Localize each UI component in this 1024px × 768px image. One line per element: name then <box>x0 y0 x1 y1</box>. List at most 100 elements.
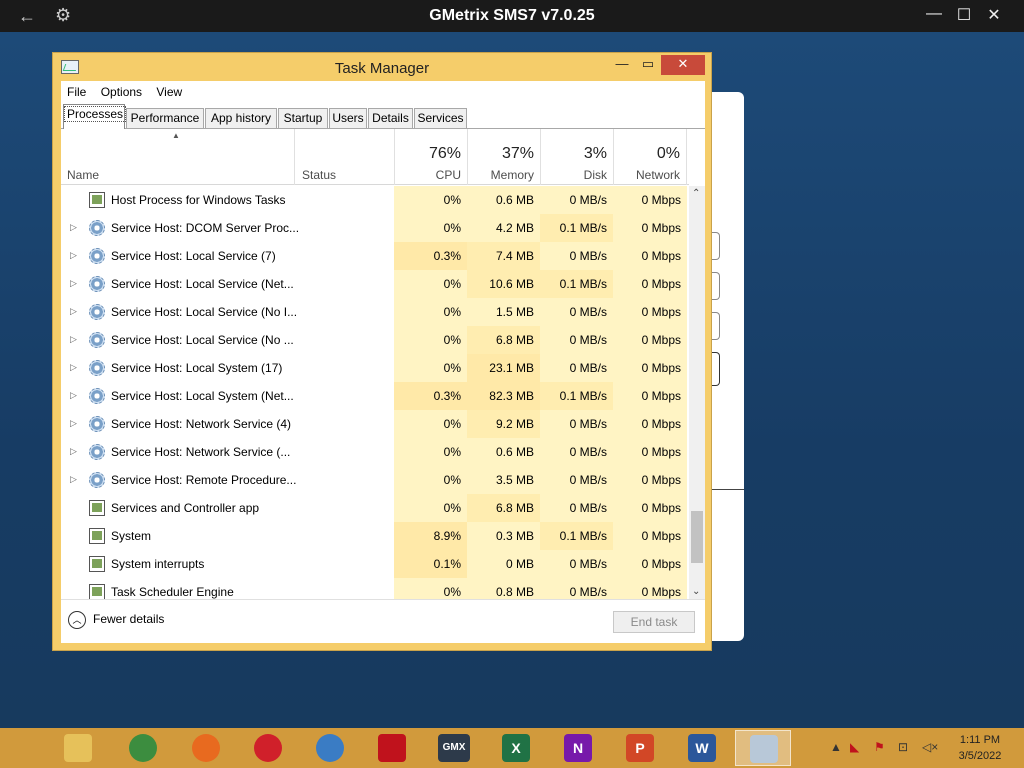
thunderbird-taskbar-button[interactable] <box>302 730 358 766</box>
process-cpu: 0% <box>394 438 467 466</box>
expand-chevron-icon[interactable]: ▷ <box>70 390 77 401</box>
table-row[interactable]: Host Process for Windows Tasks 0% 0.6 MB 0 … <box>61 186 689 214</box>
table-row[interactable]: ▷ Service Host: Network Service (... 0% 0.6… <box>61 438 689 466</box>
expand-chevron-icon[interactable]: ▷ <box>70 362 77 373</box>
background-divider <box>710 489 744 490</box>
tab-users[interactable]: Users <box>329 108 367 128</box>
process-name: Service Host: Local System (Net... <box>111 389 294 403</box>
maximize-button[interactable]: ▭ <box>635 55 661 75</box>
table-row[interactable]: ▷ Service Host: Remote Procedure... 0% 3.5 … <box>61 466 689 494</box>
table-row[interactable]: ▷ Service Host: Network Service (4) 0% 9.2 … <box>61 410 689 438</box>
process-cpu: 0% <box>394 326 467 354</box>
process-cpu: 0% <box>394 494 467 522</box>
word-icon: W <box>688 734 716 762</box>
minimize-button[interactable]: — <box>609 55 635 75</box>
process-network: 0 Mbps <box>613 522 687 550</box>
process-name: Service Host: Local Service (No I... <box>111 305 298 319</box>
expand-chevron-icon[interactable]: ▷ <box>70 278 77 289</box>
clock[interactable]: 1:11 PM 3/5/2022 <box>950 732 1010 764</box>
table-row[interactable]: ▷ Service Host: Local Service (Net... 0% 10… <box>61 270 689 298</box>
table-row[interactable]: Services and Controller app 0% 6.8 MB 0 MB/… <box>61 494 689 522</box>
process-memory: 0.6 MB <box>467 186 540 214</box>
expand-chevron-icon[interactable]: ▷ <box>70 334 77 345</box>
process-memory: 82.3 MB <box>467 382 540 410</box>
table-row[interactable]: ▷ Service Host: Local Service (No I... 0% 1… <box>61 298 689 326</box>
file-explorer-taskbar-button[interactable] <box>50 730 106 766</box>
app-minimize-button[interactable]: — <box>922 5 946 23</box>
table-row[interactable]: ▷ Service Host: DCOM Server Proc... 0% 4.2 … <box>61 214 689 242</box>
network-icon[interactable]: ⊡ <box>898 740 908 754</box>
scroll-down-icon[interactable]: ⌄ <box>692 586 700 597</box>
process-network: 0 Mbps <box>613 410 687 438</box>
app-close-button[interactable]: ✕ <box>982 5 1006 25</box>
word-taskbar-button[interactable]: W <box>674 730 730 766</box>
chrome-taskbar-button[interactable] <box>115 730 171 766</box>
gmetrix-taskbar-button[interactable]: GMX <box>426 730 482 766</box>
column-disk[interactable]: 3% Disk <box>540 129 613 185</box>
expand-chevron-icon[interactable]: ▷ <box>70 306 77 317</box>
taskbar: GMX X N P W ▲ ◣ ⚑ ⊡ ◁× 1:11 PM 3/5/2022 <box>0 728 1024 768</box>
process-cpu: 0% <box>394 270 467 298</box>
tab-processes[interactable]: Processes <box>63 104 127 129</box>
table-row[interactable]: ▷ Service Host: Local Service (No ... 0% 6.… <box>61 326 689 354</box>
fewer-details-button[interactable]: ︿ Fewer details <box>68 611 164 629</box>
volume-muted-icon[interactable]: ◁× <box>922 740 938 754</box>
excel-icon: X <box>502 734 530 762</box>
table-row[interactable]: ▷ Service Host: Local System (Net... 0.3% 8… <box>61 382 689 410</box>
avira-tray-icon[interactable]: ◣ <box>850 740 859 754</box>
close-button[interactable]: ✕ <box>661 55 705 75</box>
tab-services[interactable]: Services <box>414 108 467 128</box>
expand-chevron-icon[interactable]: ▷ <box>70 446 77 457</box>
service-gear-icon <box>89 276 105 292</box>
table-row[interactable]: ▷ Service Host: Local System (17) 0% 23.1 M… <box>61 354 689 382</box>
firefox-taskbar-button[interactable] <box>178 730 234 766</box>
tab-startup[interactable]: Startup <box>278 108 328 128</box>
expand-chevron-icon[interactable]: ▷ <box>70 222 77 233</box>
tab-details[interactable]: Details <box>368 108 413 128</box>
powerpoint-icon: P <box>626 734 654 762</box>
menu-view[interactable]: View <box>150 81 187 99</box>
opera-icon <box>254 734 282 762</box>
column-status[interactable]: Status <box>294 129 394 185</box>
process-disk: 0.1 MB/s <box>540 214 613 242</box>
excel-taskbar-button[interactable]: X <box>488 730 544 766</box>
service-gear-icon <box>89 304 105 320</box>
table-row[interactable]: System 8.9% 0.3 MB 0.1 MB/s 0 Mbps <box>61 522 689 550</box>
avira-taskbar-button[interactable] <box>364 730 420 766</box>
action-center-icon[interactable]: ⚑ <box>874 740 885 754</box>
process-network: 0 Mbps <box>613 466 687 494</box>
process-memory: 6.8 MB <box>467 494 540 522</box>
task-manager-taskbar-button[interactable] <box>735 730 791 766</box>
task-manager-title-bar[interactable]: Task Manager — ▭ ✕ <box>53 53 711 83</box>
scroll-up-icon[interactable]: ⌃ <box>692 188 700 199</box>
expand-chevron-icon[interactable]: ▷ <box>70 250 77 261</box>
opera-taskbar-button[interactable] <box>240 730 296 766</box>
expand-chevron-icon[interactable]: ▷ <box>70 474 77 485</box>
scroll-thumb[interactable] <box>691 511 703 563</box>
onenote-taskbar-button[interactable]: N <box>550 730 606 766</box>
column-memory[interactable]: 37% Memory <box>467 129 540 185</box>
process-name: Service Host: Local Service (No ... <box>111 333 294 347</box>
process-name: Service Host: DCOM Server Proc... <box>111 221 300 235</box>
process-cpu: 0% <box>394 466 467 494</box>
menu-options[interactable]: Options <box>95 81 147 99</box>
expand-chevron-icon[interactable]: ▷ <box>70 418 77 429</box>
process-name: Service Host: Local Service (Net... <box>111 277 294 291</box>
table-row[interactable]: Task Scheduler Engine 0% 0.8 MB 0 MB/s 0 Mbp… <box>61 578 689 599</box>
chevron-up-icon: ︿ <box>68 611 86 629</box>
menu-file[interactable]: File <box>61 81 91 99</box>
column-network[interactable]: 0% Network <box>613 129 687 185</box>
table-row[interactable]: System interrupts 0.1% 0 MB 0 MB/s 0 Mbps <box>61 550 689 578</box>
app-maximize-button[interactable]: ☐ <box>952 5 976 25</box>
tab-app-history[interactable]: App history <box>205 108 277 128</box>
table-row[interactable]: ▷ Service Host: Local Service (7) 0.3% 7.4 … <box>61 242 689 270</box>
vertical-scrollbar[interactable]: ⌃ ⌄ <box>689 186 705 599</box>
column-name[interactable]: Name <box>61 129 294 185</box>
column-cpu[interactable]: 76% CPU <box>394 129 467 185</box>
end-task-button[interactable]: End task <box>613 611 695 633</box>
process-memory: 23.1 MB <box>467 354 540 382</box>
powerpoint-taskbar-button[interactable]: P <box>612 730 668 766</box>
process-list: Host Process for Windows Tasks 0% 0.6 MB 0 … <box>61 186 689 599</box>
tab-performance[interactable]: Performance <box>126 108 204 128</box>
show-hidden-icons[interactable]: ▲ <box>830 740 842 754</box>
